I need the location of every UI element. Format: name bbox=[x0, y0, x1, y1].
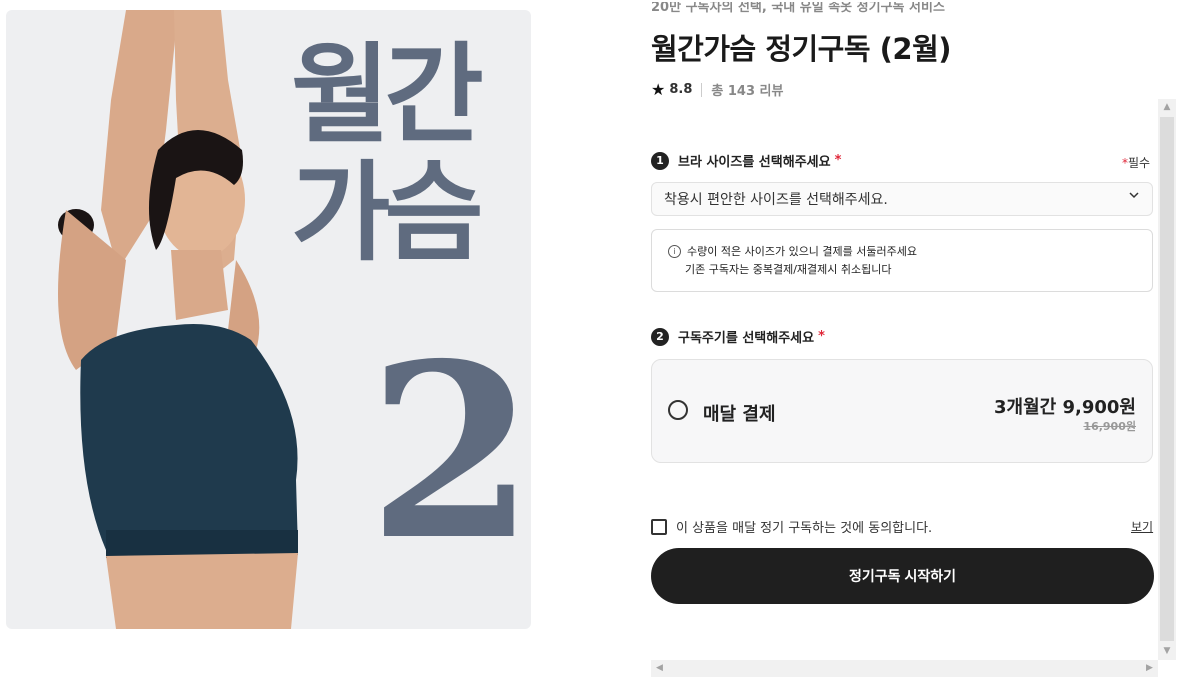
scroll-up-icon[interactable]: ▲ bbox=[1158, 99, 1176, 116]
agreement-row[interactable]: 이 상품을 매달 정기 구독하는 것에 동의합니다. bbox=[651, 517, 932, 536]
step-cycle-heading: 2 구독주기를 선택해주세요 * bbox=[651, 327, 825, 346]
product-image: 월간 가슴 2 bbox=[6, 10, 531, 629]
notice-line1: 수량이 적은 사이즈가 있으니 결제를 서둘러주세요 bbox=[687, 245, 918, 258]
scroll-right-icon[interactable]: ▶ bbox=[1141, 660, 1158, 677]
size-select-value: 착용시 편안한 사이즈를 선택해주세요. bbox=[664, 192, 888, 208]
required-note: *필수 bbox=[1122, 156, 1151, 170]
review-count-link[interactable]: 총 143 리뷰 bbox=[711, 80, 783, 99]
rating-score: 8.8 bbox=[669, 82, 693, 97]
product-title: 월간가슴 정기구독 (2월) bbox=[651, 32, 952, 66]
scroll-down-icon[interactable]: ▼ bbox=[1158, 643, 1176, 660]
agreement-view-link[interactable]: 보기 bbox=[1131, 518, 1153, 535]
required-mark: * bbox=[818, 329, 825, 344]
plan-option-monthly[interactable]: 매달 결제 3개월간 9,900원 16,900원 bbox=[651, 359, 1153, 463]
scroll-left-icon[interactable]: ◀ bbox=[651, 660, 668, 677]
plan-radio[interactable] bbox=[668, 400, 688, 420]
step-label: 구독주기를 선택해주세요 bbox=[678, 331, 815, 346]
plan-label: 매달 결제 bbox=[703, 404, 776, 425]
plan-price: 3개월간 9,900원 bbox=[994, 397, 1136, 418]
start-subscription-button[interactable]: 정기구독 시작하기 bbox=[651, 548, 1154, 604]
step-number-badge: 2 bbox=[651, 327, 669, 346]
step-size-heading: 1 브라 사이즈를 선택해주세요 * bbox=[651, 151, 841, 170]
required-mark: * bbox=[834, 153, 842, 168]
agreement-checkbox[interactable] bbox=[651, 518, 667, 535]
horizontal-scrollbar[interactable]: ◀ ▶ bbox=[651, 660, 1158, 677]
plan-original-price: 16,900원 bbox=[1083, 420, 1136, 433]
size-select[interactable]: 착용시 편안한 사이즈를 선택해주세요. bbox=[651, 182, 1153, 216]
agreement-label: 이 상품을 매달 정기 구독하는 것에 동의합니다. bbox=[676, 521, 933, 536]
stock-notice: i 수량이 적은 사이즈가 있으니 결제를 서둘러주세요 기존 구독자는 중복결… bbox=[651, 229, 1153, 292]
notice-line2: 기존 구독자는 중복결제/재결제시 취소됩니다 bbox=[685, 263, 892, 276]
product-subtitle: 20만 구독자의 선택, 국내 유일 속옷 정기구독 서비스 bbox=[651, 2, 945, 15]
step-label: 브라 사이즈를 선택해주세요 bbox=[678, 155, 831, 170]
step-number-badge: 1 bbox=[651, 151, 669, 170]
divider bbox=[701, 82, 703, 97]
vertical-scrollbar[interactable]: ▲ ▼ bbox=[1158, 99, 1176, 660]
rating-row: ★ 8.8 총 143 리뷰 bbox=[651, 80, 783, 99]
chevron-down-icon bbox=[1128, 189, 1140, 205]
model-illustration bbox=[58, 10, 299, 629]
scroll-thumb[interactable] bbox=[1160, 117, 1174, 641]
star-icon: ★ bbox=[651, 80, 666, 99]
info-icon: i bbox=[668, 244, 681, 258]
